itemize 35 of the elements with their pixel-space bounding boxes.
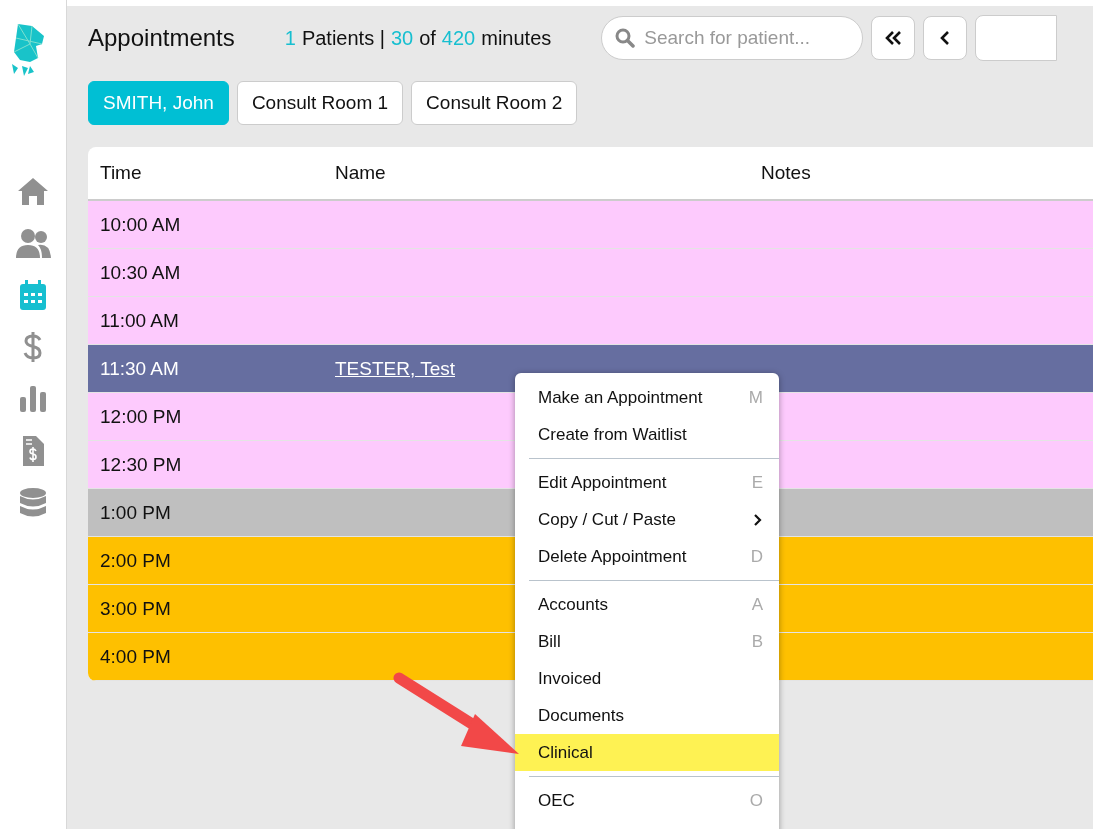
time-cell: 3:00 PM: [100, 597, 171, 620]
time-cell: 1:00 PM: [100, 501, 171, 524]
appointment-summary: 30: [390, 26, 414, 50]
menu-item-label: Bill: [538, 631, 561, 652]
menu-item-label: Clinical: [538, 742, 593, 763]
time-cell: 11:00 AM: [100, 309, 179, 332]
time-cell: 10:00 AM: [100, 213, 181, 236]
appointment-summary: of: [419, 26, 436, 50]
menu-item-label: Invoiced: [538, 668, 602, 689]
shortcut-key: E: [751, 472, 763, 493]
appointment-summary: 420: [441, 26, 476, 50]
menu-item-label: Copy / Cut / Paste: [538, 509, 676, 530]
time-cell: 2:00 PM: [100, 549, 171, 572]
time-cell: 12:00 PM: [100, 405, 182, 428]
appointment-summary: 1: [284, 26, 296, 50]
menu-item-label: OEC: [538, 790, 575, 811]
page-title: Appointments: [88, 24, 235, 52]
column-header: Time: [100, 162, 142, 184]
menu-item-label: Accounts: [538, 594, 608, 615]
menu-item-label: Delete Appointment: [538, 546, 687, 567]
menu-item-label: Edit Appointment: [538, 472, 667, 493]
shortcut-key: B: [751, 631, 763, 652]
time-cell: 11:30 AM: [100, 357, 179, 380]
time-cell: 10:30 AM: [100, 261, 181, 284]
shortcut-key: A: [751, 594, 763, 615]
appointment-summary: minutes: [481, 26, 552, 50]
time-cell: 4:00 PM: [100, 645, 171, 668]
time-cell: 12:30 PM: [100, 453, 182, 476]
shortcut-key: D: [750, 546, 763, 567]
appointment-summary: Patients |: [301, 26, 385, 50]
menu-item-label: Documents: [538, 705, 624, 726]
menu-item-label: Create from Waitlist: [538, 424, 687, 445]
shortcut-key: O: [749, 790, 763, 811]
column-header: Notes: [761, 162, 811, 184]
column-header: Name: [335, 162, 386, 184]
